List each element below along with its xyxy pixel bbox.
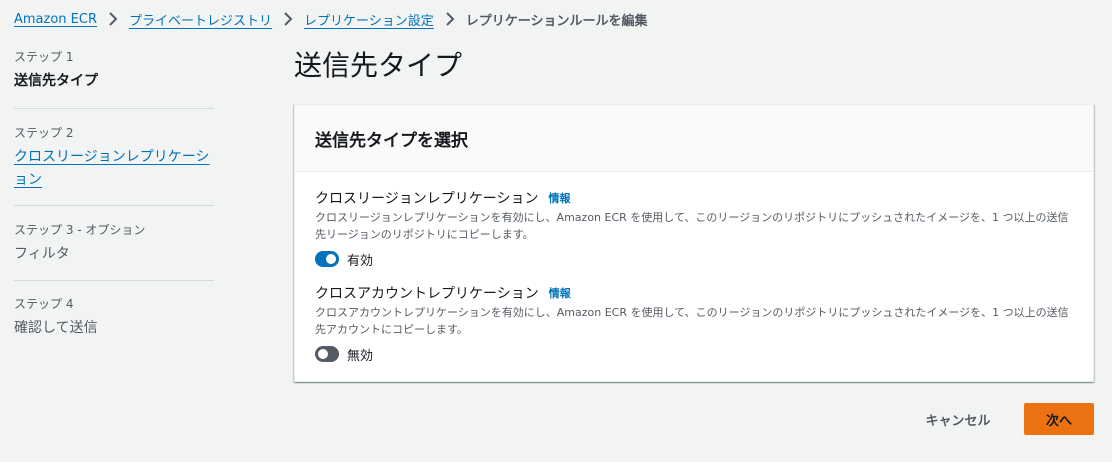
step-link-cross-region[interactable]: クロスリージョンレプリケーション xyxy=(14,146,214,192)
chevron-right-icon xyxy=(101,10,125,28)
chevron-right-icon xyxy=(438,10,462,28)
toggle-label: 有効 xyxy=(347,253,374,269)
wizard-steps: ステップ 1 送信先タイプ ステップ 2 クロスリージョンレプリケーション ステ… xyxy=(14,48,214,340)
cross-account-option: クロスアカウントレプリケーション 情報 クロスアカウントレプリケーションを有効に… xyxy=(315,283,1073,364)
cancel-button[interactable]: キャンセル xyxy=(912,403,1004,435)
option-header: クロスアカウントレプリケーション 情報 xyxy=(315,283,1073,303)
info-link[interactable]: 情報 xyxy=(548,190,570,206)
cross-region-toggle[interactable] xyxy=(315,251,339,267)
cross-account-toggle[interactable] xyxy=(315,346,339,362)
breadcrumb-private-registry[interactable]: プライベートレジストリ xyxy=(129,10,272,29)
option-title: クロスリージョンレプリケーション xyxy=(315,191,539,207)
destination-type-panel: 送信先タイプを選択 クロスリージョンレプリケーション 情報 クロスリージョンレプ… xyxy=(294,104,1094,382)
toggle-label: 無効 xyxy=(347,348,374,364)
toggle-knob xyxy=(318,349,328,359)
step-title-review: 確認して送信 xyxy=(14,320,98,336)
option-header: クロスリージョンレプリケーション 情報 xyxy=(315,188,1073,208)
breadcrumb-amazon-ecr[interactable]: Amazon ECR xyxy=(14,12,97,27)
option-description: クロスアカウントレプリケーションを有効にし、Amazon ECR を使用して、こ… xyxy=(315,306,1069,336)
wizard-step-1: ステップ 1 送信先タイプ xyxy=(14,48,214,109)
cross-account-toggle-row: 無効 xyxy=(315,344,1073,364)
toggle-knob xyxy=(326,254,336,264)
step-label: ステップ 1 xyxy=(14,50,74,64)
breadcrumb: Amazon ECR プライベートレジストリ レプリケーション設定 レプリケーシ… xyxy=(14,10,648,29)
wizard-step-2: ステップ 2 クロスリージョンレプリケーション xyxy=(14,109,214,206)
option-title: クロスアカウントレプリケーション xyxy=(315,286,539,302)
panel-body: クロスリージョンレプリケーション 情報 クロスリージョンレプリケーションを有効に… xyxy=(295,172,1093,364)
cross-region-option: クロスリージョンレプリケーション 情報 クロスリージョンレプリケーションを有効に… xyxy=(315,188,1073,269)
next-button[interactable]: 次へ xyxy=(1024,403,1094,435)
wizard-step-3: ステップ 3 - オプション フィルタ xyxy=(14,206,214,281)
step-label: ステップ 4 xyxy=(14,297,74,311)
step-title-destination-type: 送信先タイプ xyxy=(14,73,98,89)
panel-header: 送信先タイプを選択 xyxy=(295,105,1093,172)
wizard-step-4: ステップ 4 確認して送信 xyxy=(14,281,214,340)
step-label: ステップ 3 - オプション xyxy=(14,223,146,237)
cross-region-toggle-row: 有効 xyxy=(315,249,1073,269)
page-title: 送信先タイプ xyxy=(294,49,463,82)
breadcrumb-current: レプリケーションルールを編集 xyxy=(465,13,648,29)
option-description: クロスリージョンレプリケーションを有効にし、Amazon ECR を使用して、こ… xyxy=(315,211,1069,241)
panel-title: 送信先タイプを選択 xyxy=(315,130,468,151)
step-label: ステップ 2 xyxy=(14,126,74,140)
step-title-filter: フィルタ xyxy=(14,246,70,262)
info-link[interactable]: 情報 xyxy=(549,285,571,301)
chevron-right-icon xyxy=(276,10,300,28)
breadcrumb-replication-settings[interactable]: レプリケーション設定 xyxy=(304,10,434,29)
